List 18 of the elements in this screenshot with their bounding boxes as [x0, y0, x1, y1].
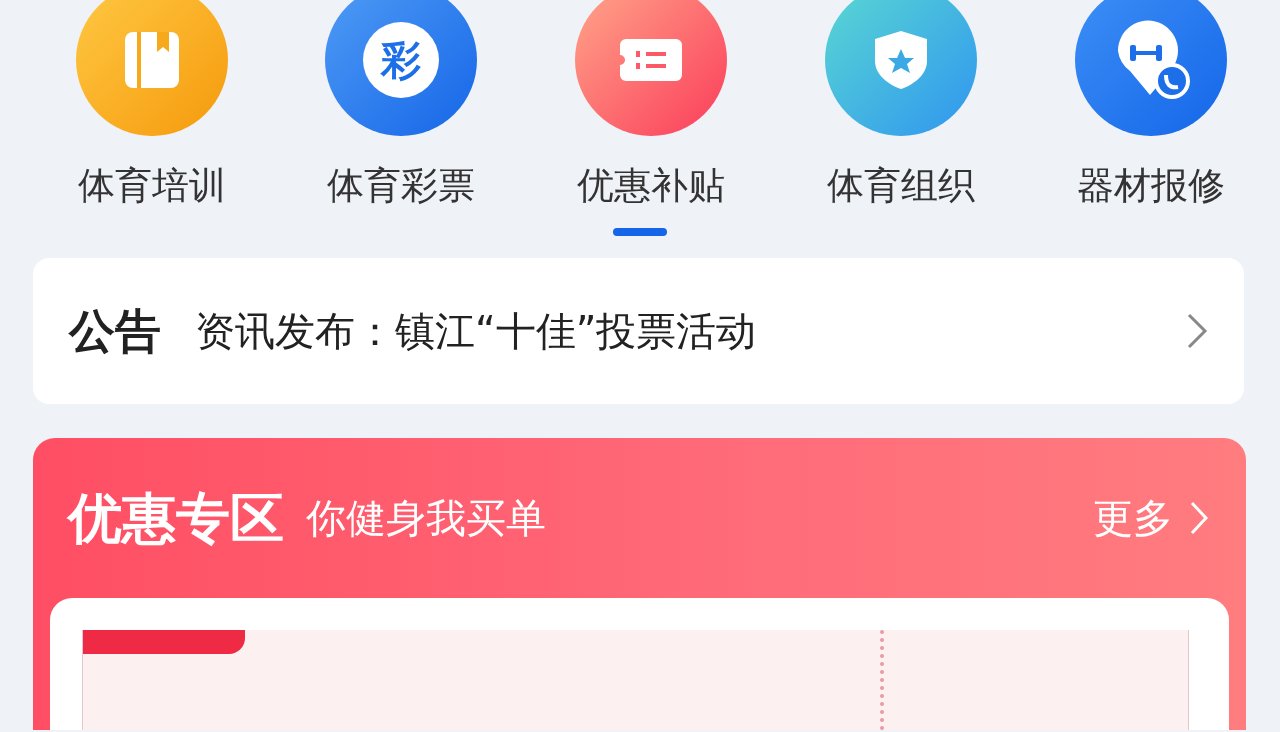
shield-star-icon: [872, 29, 929, 91]
shortcut-label[interactable]: 体育彩票: [327, 164, 476, 209]
promo-title: 优惠专区: [68, 485, 284, 552]
book-icon: [122, 30, 181, 90]
notice-label: 公告: [69, 303, 161, 359]
shortcut-label[interactable]: 器材报修: [1076, 164, 1225, 209]
shortcut-label[interactable]: 优惠补贴: [577, 164, 725, 209]
lottery-glyph: 彩: [381, 40, 422, 80]
promo-subtitle: 你健身我买单: [306, 494, 547, 544]
ticket-icon: [618, 37, 684, 83]
chevron-right-icon: [1186, 312, 1208, 351]
shortcut-label[interactable]: 体育组织: [826, 164, 975, 209]
notice-text: 资讯发布：镇江“十佳”投票活动: [195, 307, 758, 357]
page-indicator: [613, 228, 667, 237]
shortcut-button[interactable]: 彩: [325, 0, 478, 136]
shortcut-label[interactable]: 体育培训: [77, 164, 226, 209]
chevron-right-icon: [1189, 500, 1209, 537]
notice-card[interactable]: 公告 资讯发布：镇江“十佳”投票活动: [33, 258, 1244, 405]
